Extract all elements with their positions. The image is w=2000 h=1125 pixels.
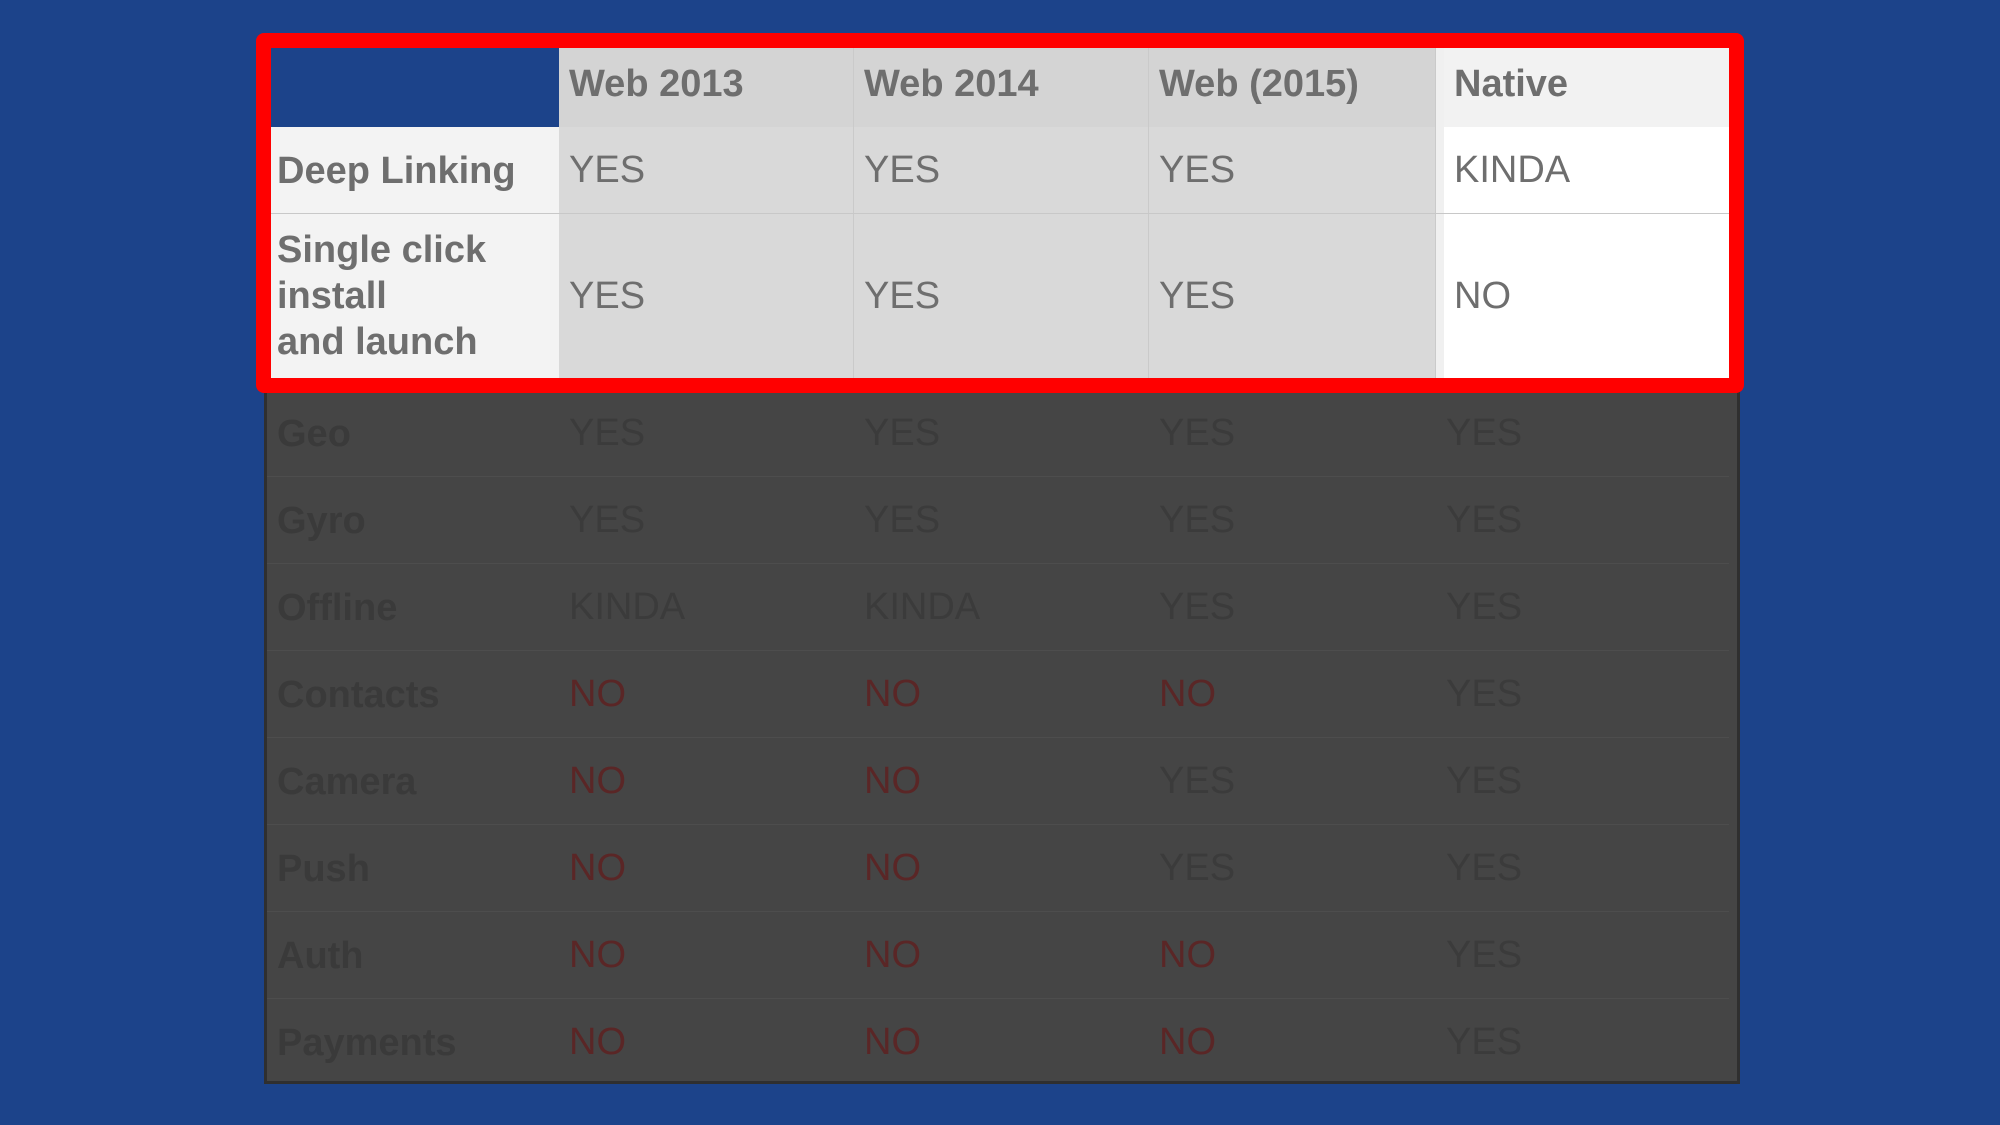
table-cell: YES bbox=[1159, 412, 1236, 454]
row-label-auth: Auth bbox=[277, 934, 364, 977]
table-cell: YES bbox=[1446, 586, 1523, 628]
row-label-line: Single click bbox=[277, 229, 487, 271]
table-row: Offline KINDA KINDA YES YES bbox=[267, 564, 1729, 651]
table-cell: KINDA bbox=[569, 586, 686, 628]
table-cell: YES bbox=[559, 127, 854, 214]
table-row: Deep Linking YES YES YES KINDA bbox=[267, 127, 1729, 214]
table-cell: YES bbox=[1159, 586, 1236, 628]
table-cell: NO bbox=[569, 1021, 626, 1063]
table-cell: YES bbox=[1446, 847, 1523, 889]
row-label-deep-linking: Deep Linking bbox=[267, 127, 559, 214]
table-header-row: Web 2013 Web 2014 Web (2015) Native bbox=[267, 41, 1729, 127]
table-cell: YES bbox=[854, 127, 1149, 214]
table-cell: NO bbox=[864, 847, 921, 889]
row-label-push: Push bbox=[277, 847, 370, 890]
table-cell: YES bbox=[1149, 127, 1436, 214]
row-label-line: and launch bbox=[277, 321, 478, 363]
table-cell: NO bbox=[864, 673, 921, 715]
row-label-gyro: Gyro bbox=[277, 499, 366, 542]
table-cell: YES bbox=[1159, 847, 1236, 889]
table-cell: NO bbox=[864, 934, 921, 976]
row-label-single-click-install: Single click install and launch bbox=[267, 214, 559, 378]
table-cell: NO bbox=[864, 1021, 921, 1063]
table-cell: NO bbox=[569, 847, 626, 889]
row-label-geo: Geo bbox=[277, 412, 351, 455]
table-cell: YES bbox=[1446, 499, 1523, 541]
table-cell: NO bbox=[1159, 934, 1216, 976]
table-row: Payments NO NO NO YES bbox=[267, 999, 1729, 1086]
table-cell: KINDA bbox=[864, 586, 981, 628]
table-cell: NO bbox=[1436, 214, 1729, 378]
table-row: Single click install and launch YES YES … bbox=[267, 214, 1729, 378]
table-row: Auth NO NO NO YES bbox=[267, 912, 1729, 999]
table-cell: NO bbox=[864, 760, 921, 802]
table-cell: YES bbox=[1446, 1021, 1523, 1063]
table-cell: YES bbox=[864, 412, 941, 454]
row-label-offline: Offline bbox=[277, 586, 398, 629]
table-cell: YES bbox=[1159, 499, 1236, 541]
row-label-line: install bbox=[277, 275, 387, 317]
header-corner-cell bbox=[267, 41, 559, 127]
table-cell: YES bbox=[569, 499, 646, 541]
table-cell: NO bbox=[1159, 1021, 1216, 1063]
table-cell: NO bbox=[569, 760, 626, 802]
table-cell: YES bbox=[1446, 673, 1523, 715]
row-label-contacts: Contacts bbox=[277, 673, 440, 716]
table-cell: NO bbox=[569, 673, 626, 715]
table-row: Geo YES YES YES YES bbox=[267, 390, 1729, 477]
column-header-web-2014: Web 2014 bbox=[854, 41, 1149, 127]
column-header-web-2013: Web 2013 bbox=[559, 41, 854, 127]
table-row: Gyro YES YES YES YES bbox=[267, 477, 1729, 564]
table-cell: KINDA bbox=[1436, 127, 1729, 214]
table-cell: YES bbox=[569, 412, 646, 454]
table-cell: NO bbox=[1159, 673, 1216, 715]
table-cell: YES bbox=[854, 214, 1149, 378]
table-row: Camera NO NO YES YES bbox=[267, 738, 1729, 825]
row-label-payments: Payments bbox=[277, 1021, 457, 1064]
table-cell: YES bbox=[1446, 934, 1523, 976]
table-cell: YES bbox=[864, 499, 941, 541]
column-header-native: Native bbox=[1436, 41, 1729, 127]
table-cell: YES bbox=[1159, 760, 1236, 802]
table-cell: YES bbox=[1446, 760, 1523, 802]
table-cell: YES bbox=[1149, 214, 1436, 378]
table-cell: YES bbox=[559, 214, 854, 378]
table-cell: NO bbox=[569, 934, 626, 976]
table-row: Push NO NO YES YES bbox=[267, 825, 1729, 912]
table-row: Contacts NO NO NO YES bbox=[267, 651, 1729, 738]
table-cell: YES bbox=[1446, 412, 1523, 454]
column-header-web-2015: Web (2015) bbox=[1149, 41, 1436, 127]
row-label-camera: Camera bbox=[277, 760, 417, 803]
